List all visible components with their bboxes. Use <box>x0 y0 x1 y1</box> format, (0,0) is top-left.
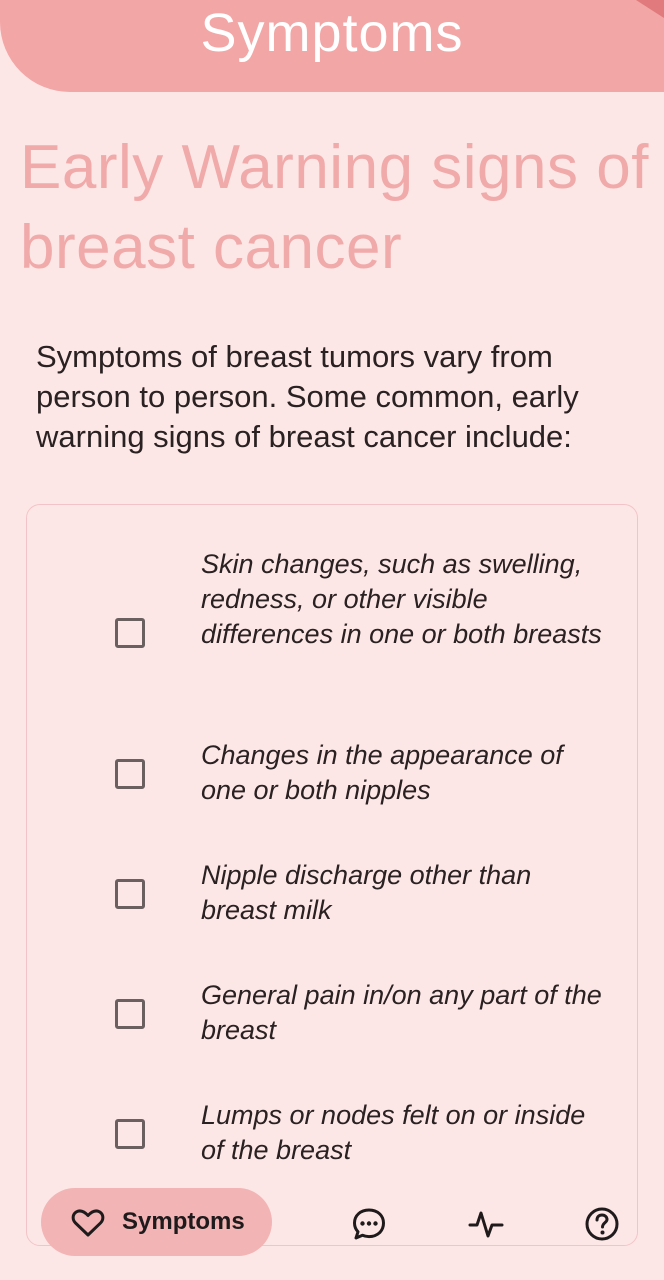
checklist-item: Skin changes, such as swelling, redness,… <box>27 545 639 695</box>
symptom-checkbox[interactable] <box>115 618 145 648</box>
header-corner-accent <box>636 0 664 18</box>
nav-tab-symptoms-label: Symptoms <box>122 1208 245 1235</box>
nav-tab-chat[interactable] <box>351 1206 387 1242</box>
checklist-item: General pain in/on any part of the breas… <box>27 977 639 1057</box>
symptom-checkbox[interactable] <box>115 1119 145 1149</box>
checklist-item: Nipple discharge other than breast milk <box>27 857 639 937</box>
chat-bubble-icon <box>353 1208 385 1240</box>
intro-paragraph: Symptoms of breast tumors vary from pers… <box>36 339 579 454</box>
symptom-text: General pain in/on any part of the breas… <box>201 980 602 1045</box>
symptom-text: Skin changes, such as swelling, redness,… <box>201 549 602 649</box>
bottom-navigation: Symptoms <box>0 1188 664 1258</box>
help-circle-icon <box>585 1207 619 1241</box>
nav-tab-help[interactable] <box>584 1206 620 1242</box>
symptom-text: Changes in the appearance of one or both… <box>201 740 563 805</box>
symptom-text: Nipple discharge other than breast milk <box>201 860 532 925</box>
symptom-text: Lumps or nodes felt on or inside of the … <box>201 1100 586 1165</box>
checklist-item: Changes in the appearance of one or both… <box>27 737 639 817</box>
activity-pulse-icon <box>468 1211 504 1238</box>
symptom-checkbox[interactable] <box>115 879 145 909</box>
nav-tab-activity[interactable] <box>468 1206 504 1242</box>
checklist-item: Lumps or nodes felt on or inside of the … <box>27 1097 639 1177</box>
page-heading: Early Warning signs of breast cancer <box>20 133 649 282</box>
symptoms-screen: Symptoms Early Warning signs of breast c… <box>0 0 664 1280</box>
symptom-checkbox[interactable] <box>115 759 145 789</box>
header-title: Symptoms <box>200 3 464 63</box>
nav-tab-symptoms[interactable]: Symptoms <box>41 1188 272 1256</box>
symptom-checkbox[interactable] <box>115 999 145 1029</box>
symptoms-checklist-card: Skin changes, such as swelling, redness,… <box>26 504 638 1246</box>
heart-icon <box>71 1209 105 1237</box>
app-header: Symptoms <box>0 0 664 92</box>
